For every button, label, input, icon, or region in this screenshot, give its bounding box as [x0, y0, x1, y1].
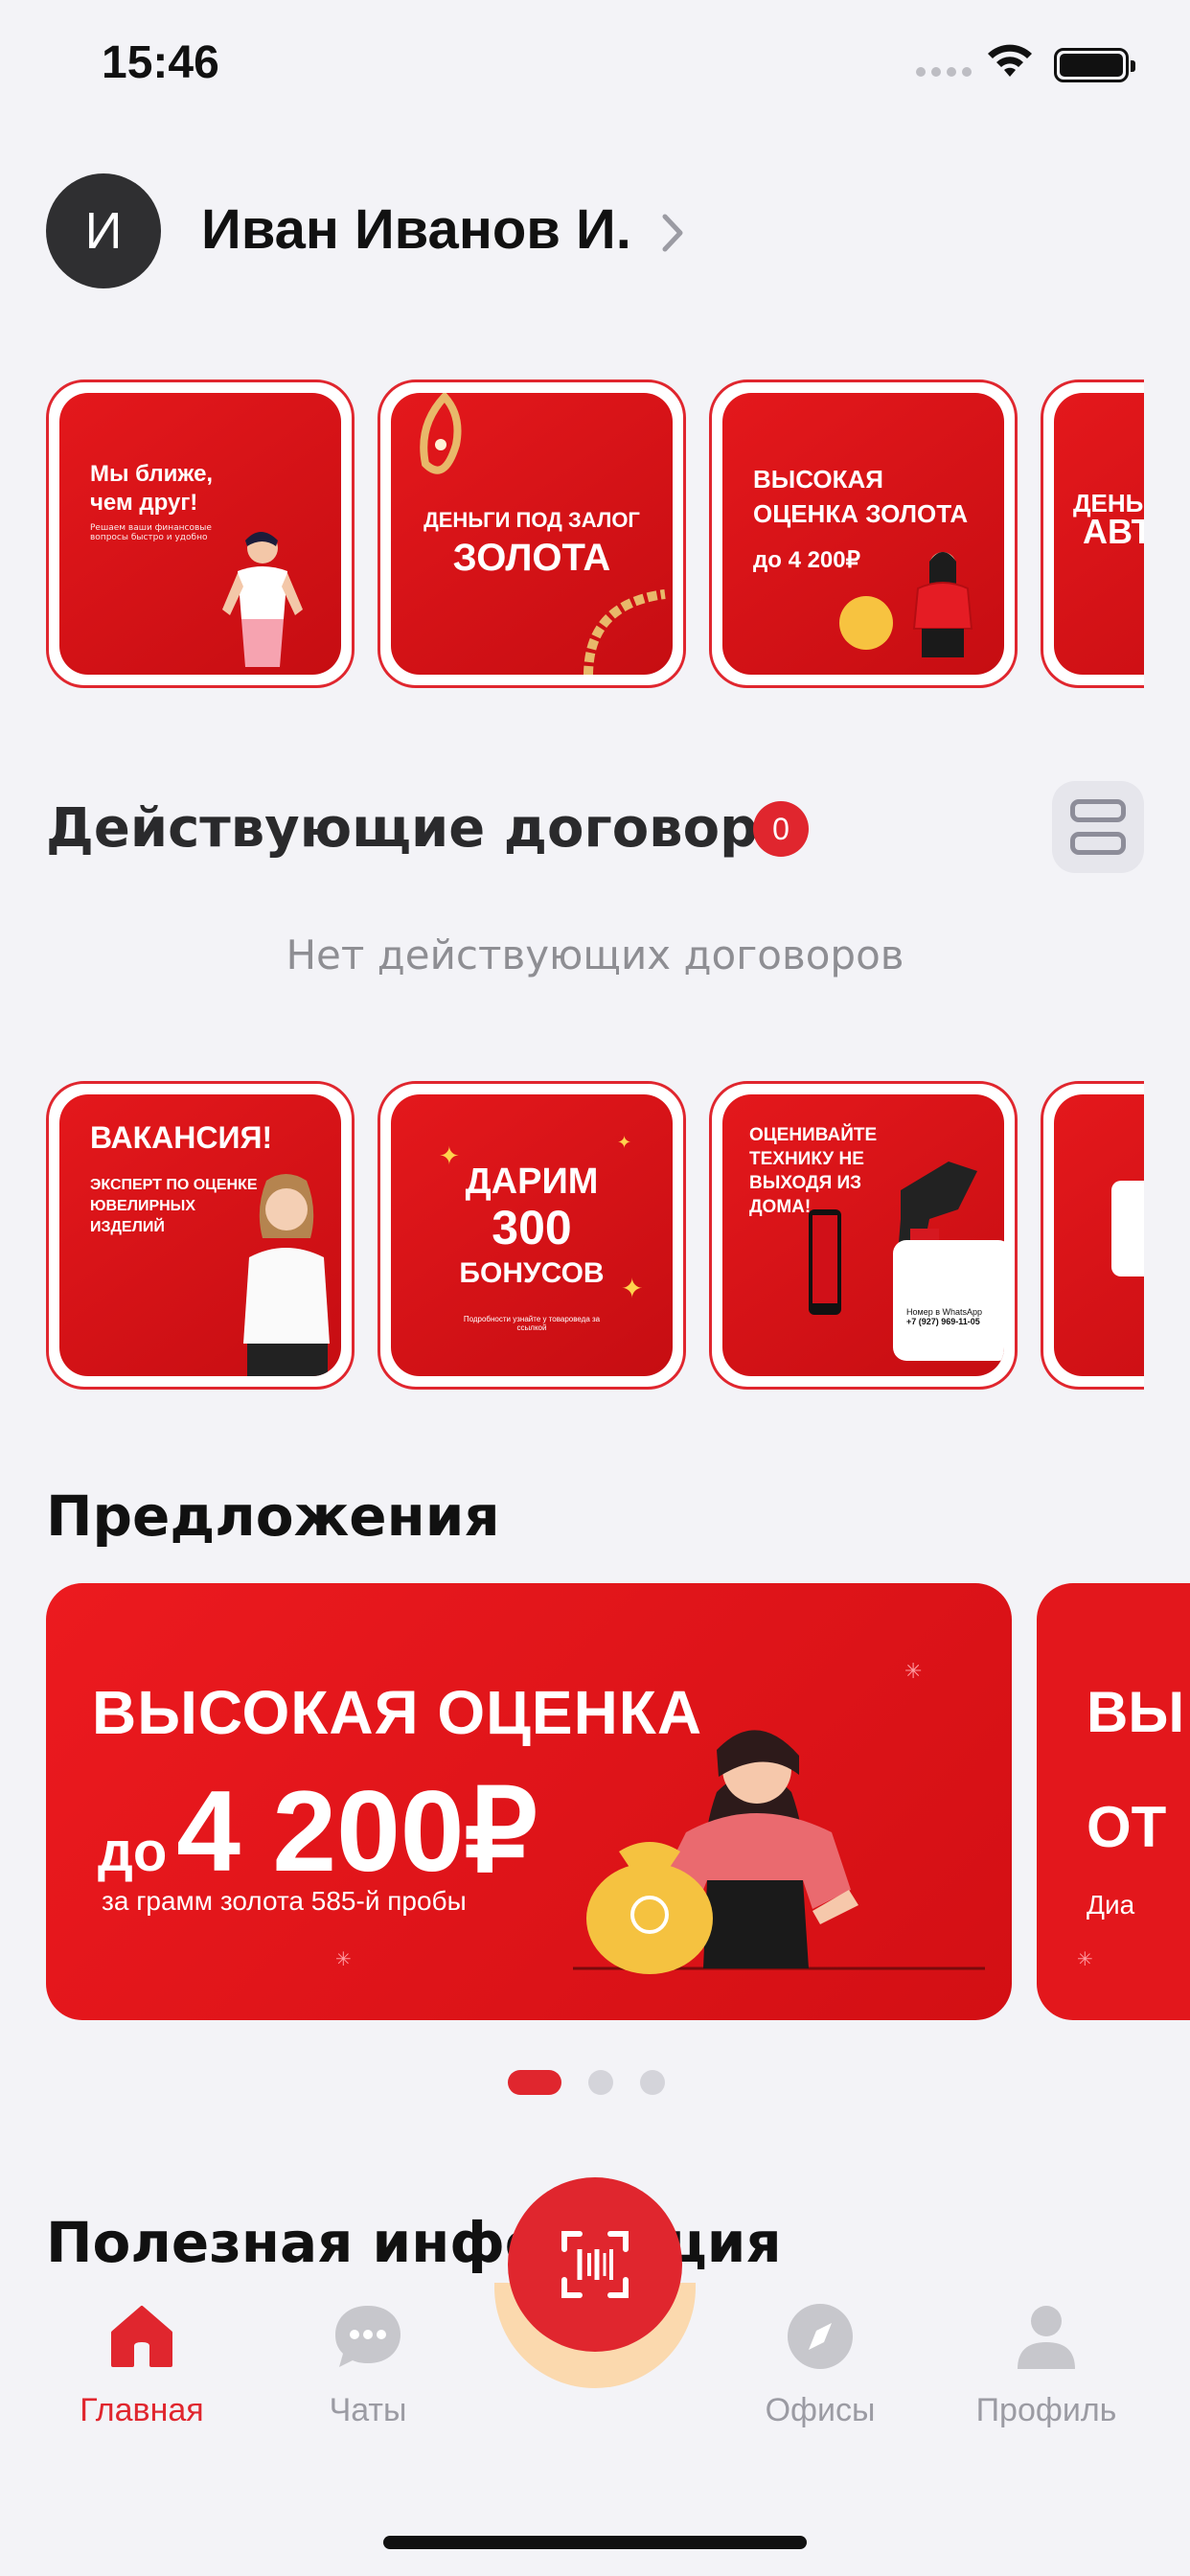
offer-subtitle: за грамм золота 585-й пробы: [102, 1886, 467, 1916]
offer-price: 4 200₽: [176, 1767, 538, 1896]
scan-button[interactable]: [508, 2177, 682, 2352]
earring-icon: [420, 393, 462, 474]
contracts-count-badge: 0: [753, 801, 809, 857]
tab-home[interactable]: Главная: [36, 2300, 247, 2429]
story-line2: 300: [492, 1201, 572, 1254]
woman-with-money-bag-illustration-icon: [573, 1730, 985, 1974]
home-indicator: [383, 2536, 807, 2549]
sparkle-icon: ✳: [1077, 1947, 1093, 1970]
sparkle-icon: ✳: [335, 1947, 352, 1970]
story-footnote: Подробности узнайте у товароведа за ссыл…: [463, 1315, 601, 1332]
contracts-title: Действующие договоры: [46, 797, 807, 860]
story-title: Мы ближе, чем друг!: [90, 461, 214, 516]
story-title-big: АВТО: [1083, 512, 1144, 551]
list-view-icon: [1070, 799, 1126, 822]
battery-icon: [1054, 48, 1135, 82]
tab-chats-label: Чаты: [329, 2392, 407, 2428]
story-whatsapp-label: Номер в WhatsApp: [906, 1307, 983, 1317]
story-line1: ДАРИМ: [465, 1162, 599, 1202]
tab-profile-label: Профиль: [975, 2392, 1117, 2428]
tab-chats[interactable]: Чаты: [263, 2300, 473, 2429]
offer-next-line3: Диа: [1087, 1890, 1135, 1920]
tab-home-label: Главная: [80, 2392, 204, 2428]
woman-with-bag-illustration-icon: [839, 552, 973, 657]
tab-profile[interactable]: Профиль: [941, 2300, 1152, 2429]
story-card[interactable]: ДАРИМ 300 БОНУСОВ Подробности узнайте у …: [378, 1081, 686, 1390]
story-phone: +7 (927) 969-11-05: [906, 1317, 980, 1326]
wifi-icon: [988, 44, 1032, 77]
compass-icon: [784, 2300, 857, 2373]
sparkle-icon: ✳: [904, 1660, 923, 1684]
status-time: 15:46: [102, 37, 219, 88]
story-card[interactable]: [1041, 1081, 1144, 1390]
person-illustration-icon: [222, 532, 303, 667]
story-title: ВАКАНСИЯ!: [90, 1120, 273, 1155]
barcode-scan-icon: [561, 2231, 629, 2298]
woman-portrait-illustration-icon: [243, 1174, 330, 1376]
story-title-big: ЗОЛОТА: [452, 537, 611, 579]
offer-next-line2: ОТ: [1087, 1795, 1167, 1859]
profile-name[interactable]: Иван Иванов И.: [201, 197, 631, 262]
avatar[interactable]: И: [46, 173, 161, 288]
person-icon: [1010, 2300, 1083, 2373]
offer-price-prefix: до: [98, 1821, 168, 1883]
story-card[interactable]: ДЕНЬГ АВТО: [1041, 380, 1144, 688]
story-title-small: ДЕНЬГИ ПОД ЗАЛОГ: [423, 508, 640, 532]
stories-row-top: Мы ближе, чем друг! Решаем ваши финансов…: [46, 380, 1144, 688]
story-card[interactable]: Мы ближе, чем друг! Решаем ваши финансов…: [46, 380, 355, 688]
sparkle-icon: ✦: [439, 1142, 460, 1171]
pager-dot[interactable]: [588, 2070, 613, 2095]
stories-row-bottom: ВАКАНСИЯ! ЭКСПЕРТ ПО ОЦЕНКЕ ЮВЕЛИРНЫХ ИЗ…: [46, 1081, 1144, 1390]
offers-pager: [508, 2070, 665, 2095]
offers-title: Предложения: [46, 1484, 500, 1549]
story-card[interactable]: ОЦЕНИВАЙТЕ ТЕХНИКУ НЕ ВЫХОДЯ ИЗ ДОМА! Но…: [709, 1081, 1018, 1390]
home-icon: [105, 2300, 178, 2373]
view-toggle-button[interactable]: [1052, 781, 1144, 873]
sparkle-icon: ✦: [617, 1133, 632, 1153]
chain-icon: [584, 589, 666, 675]
tab-offices-label: Офисы: [765, 2392, 876, 2428]
story-preview: [1111, 1181, 1144, 1276]
story-title: ВЫСОКАЯ ОЦЕНКА ЗОЛОТА: [753, 465, 969, 528]
story-card[interactable]: ДЕНЬГИ ПОД ЗАЛОГ ЗОЛОТА: [378, 380, 686, 688]
offer-card[interactable]: ВЫСОКАЯ ОЦЕНКА до4 200₽ за грамм золота …: [46, 1583, 1012, 2020]
chevron-right-icon[interactable]: [659, 209, 688, 257]
sparkle-icon: ✦: [621, 1273, 644, 1304]
pager-dot-active[interactable]: [508, 2070, 561, 2095]
contracts-empty-text: Нет действующих договоров: [286, 932, 904, 978]
pager-dot[interactable]: [640, 2070, 665, 2095]
story-card[interactable]: ВЫСОКАЯ ОЦЕНКА ЗОЛОТА до 4 200₽: [709, 380, 1018, 688]
signal-icon: [916, 67, 972, 77]
story-card[interactable]: ВАКАНСИЯ! ЭКСПЕРТ ПО ОЦЕНКЕ ЮВЕЛИРНЫХ ИЗ…: [46, 1081, 355, 1390]
offer-next-line1: ВЫ: [1087, 1680, 1185, 1744]
chat-icon: [332, 2300, 404, 2373]
offer-card-next[interactable]: ВЫ ОТ Диа ✳: [1037, 1583, 1190, 2020]
offer-price-line: до4 200₽: [98, 1765, 538, 1898]
tab-offices[interactable]: Офисы: [715, 2300, 926, 2429]
